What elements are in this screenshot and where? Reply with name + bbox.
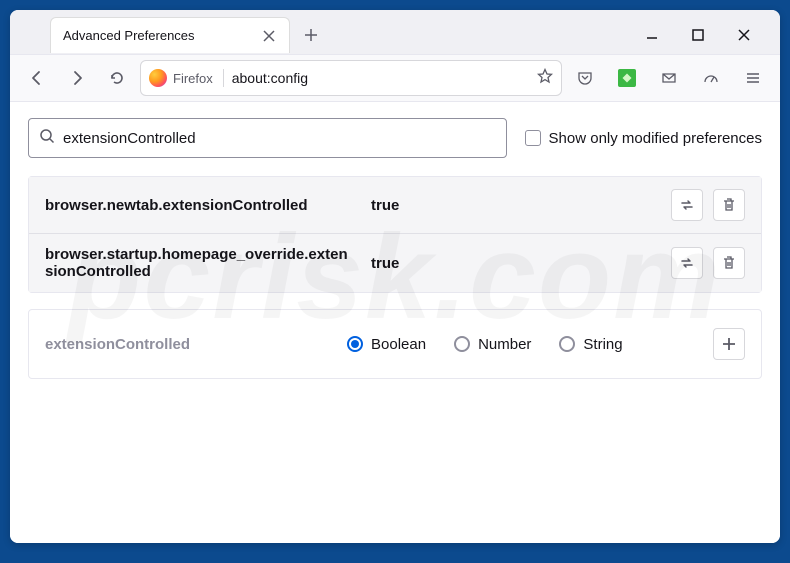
delete-button[interactable] [713, 189, 745, 221]
radio-label: Boolean [371, 336, 426, 353]
gauge-icon[interactable] [694, 61, 728, 95]
radio-boolean[interactable]: Boolean [347, 336, 426, 353]
add-button[interactable] [713, 328, 745, 360]
tab-active[interactable]: Advanced Preferences [50, 17, 290, 53]
tab-title: Advanced Preferences [63, 28, 253, 43]
search-input[interactable] [63, 130, 496, 147]
toolbar-icons [568, 61, 770, 95]
bookmark-star-icon[interactable] [537, 68, 553, 89]
pref-name: browser.startup.homepage_override.extens… [45, 246, 355, 280]
about-config-content: Show only modified preferences browser.n… [10, 102, 780, 543]
toggle-button[interactable] [671, 247, 703, 279]
forward-button[interactable] [60, 61, 94, 95]
browser-window: Advanced Preferences [10, 10, 780, 543]
maximize-button[interactable] [684, 21, 712, 49]
pref-value: true [371, 255, 655, 272]
url-bar[interactable]: Firefox about:config [140, 60, 562, 96]
identity-label: Firefox [173, 71, 213, 86]
radio-label: Number [478, 336, 531, 353]
radio-number[interactable]: Number [454, 336, 531, 353]
radio-icon [559, 336, 575, 352]
pref-actions [671, 189, 745, 221]
menu-button[interactable] [736, 61, 770, 95]
radio-icon [347, 336, 363, 352]
pref-row: browser.newtab.extensionControlled true [29, 177, 761, 234]
search-icon [39, 128, 55, 149]
url-text: about:config [232, 70, 529, 86]
extension-icon[interactable] [610, 61, 644, 95]
radio-label: String [583, 336, 622, 353]
new-tab-button[interactable] [296, 20, 326, 50]
type-radio-group: Boolean Number String [347, 336, 691, 353]
show-modified-toggle[interactable]: Show only modified preferences [525, 130, 762, 147]
close-icon[interactable] [261, 28, 277, 44]
window-controls [638, 21, 772, 49]
search-row: Show only modified preferences [28, 118, 762, 158]
radio-string[interactable]: String [559, 336, 622, 353]
reload-button[interactable] [100, 61, 134, 95]
delete-button[interactable] [713, 247, 745, 279]
tab-bar: Advanced Preferences [10, 10, 780, 54]
show-modified-label: Show only modified preferences [549, 130, 762, 147]
pref-name: browser.newtab.extensionControlled [45, 197, 355, 214]
firefox-icon [149, 69, 167, 87]
pocket-icon[interactable] [568, 61, 602, 95]
nav-bar: Firefox about:config [10, 54, 780, 102]
pref-table: browser.newtab.extensionControlled true … [28, 176, 762, 293]
search-box[interactable] [28, 118, 507, 158]
pref-value: true [371, 197, 655, 214]
close-window-button[interactable] [730, 21, 758, 49]
minimize-button[interactable] [638, 21, 666, 49]
pref-actions [671, 247, 745, 279]
back-button[interactable] [20, 61, 54, 95]
mail-icon[interactable] [652, 61, 686, 95]
pref-row: browser.startup.homepage_override.extens… [29, 234, 761, 292]
checkbox-icon[interactable] [525, 130, 541, 146]
toggle-button[interactable] [671, 189, 703, 221]
radio-icon [454, 336, 470, 352]
identity-box[interactable]: Firefox [149, 69, 224, 87]
new-pref-name: extensionControlled [45, 336, 325, 353]
new-pref-row: extensionControlled Boolean Number Strin… [28, 309, 762, 379]
